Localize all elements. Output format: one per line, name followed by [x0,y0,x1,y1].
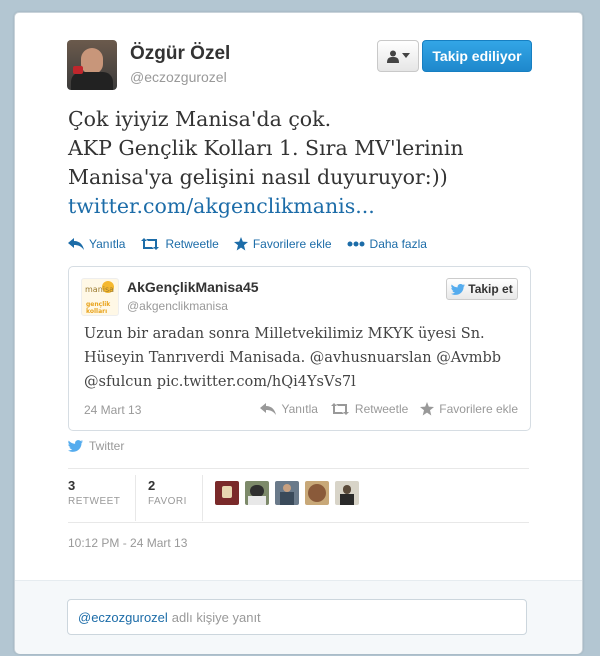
retweet-count-label: RETWEET [68,496,121,507]
tweet-line: AKP Gençlik Kolları 1. Sıra MV'lerinin [68,136,464,160]
retweet-count-number: 3 [68,478,76,493]
more-action[interactable]: Daha fazla [347,237,427,251]
favoriter-avatar[interactable] [275,481,299,505]
stat-separator [135,475,136,521]
quoted-follow-button[interactable]: Takip et [446,278,518,300]
favoriter-avatar[interactable] [305,481,329,505]
avatar-face [81,48,103,74]
caret-down-icon [401,53,410,58]
tweet-actions: Yanıtla Retweetle Favorilere ekle Daha f… [68,235,442,253]
favorite-count[interactable]: 2 FAVORI [148,478,187,507]
stat-separator [202,475,203,521]
reply-area: @eczozgurozel adlı kişiye yanıt [15,580,582,654]
source-label: Twitter [89,439,125,453]
quoted-follow-label: Takip et [468,282,513,296]
user-icon [386,50,399,63]
quoted-actions: Yanıtla Retweetle Favorilere ekle [248,402,518,416]
reply-input[interactable]: @eczozgurozel adlı kişiye yanıt [67,599,527,635]
avatar-microphone [73,66,83,74]
reply-action[interactable]: Yanıtla [68,237,125,251]
quoted-favorite-label: Favorilere ekle [439,402,518,416]
quoted-tweet-text: Uzun bir aradan sonra Milletvekilimiz MK… [84,322,524,394]
quoted-retweet-action[interactable]: Retweetle [330,402,408,416]
more-label: Daha fazla [369,237,427,251]
favorite-action[interactable]: Favorilere ekle [233,237,332,251]
quoted-reply-action[interactable]: Yanıtla [260,402,318,416]
favoriter-avatar[interactable] [245,481,269,505]
tweet-card: Özgür Özel @eczozgurozel Takip ediliyor … [14,12,583,654]
twitter-bird-icon [68,440,83,452]
tweet-timestamp[interactable]: 10:12 PM - 24 Mart 13 [68,536,187,550]
tweet-line: Çok iyiyiz Manisa'da çok. [68,107,332,131]
retweet-count[interactable]: 3 RETWEET [68,478,120,507]
favoriter-avatar[interactable] [335,481,359,505]
quoted-author-name[interactable]: AkGençlikManisa45 [127,279,259,295]
quoted-author-handle[interactable]: @akgenclikmanisa [127,299,228,313]
user-dropdown-button[interactable] [377,40,419,72]
avatar-suit [71,72,113,90]
tweet-line: Manisa'ya gelişini nasıl duyuruyor:)) [68,165,448,189]
quoted-retweet-label: Retweetle [354,402,409,416]
logo-text-top: manisa [85,285,115,294]
retweet-icon [141,238,160,250]
quoted-line: Uzun bir aradan sonra Milletvekilimiz MK… [84,326,485,342]
author-name[interactable]: Özgür Özel [130,43,230,65]
reply-placeholder: adlı kişiye yanıt [171,609,261,625]
quoted-line: @sfulcun pic.twitter.com/hQi4YsVs7l [84,374,356,390]
quoted-avatar-logo[interactable]: manisa gençlik kolları [81,278,119,316]
retweet-action[interactable]: Retweetle [140,237,219,251]
quoted-favorite-action[interactable]: Favorilere ekle [420,402,518,416]
retweet-icon [330,403,349,415]
tweet-source[interactable]: Twitter [68,439,124,453]
reply-icon [68,238,84,250]
twitter-bird-icon [451,283,466,295]
divider [68,468,529,469]
more-dots-icon [347,241,365,247]
divider [68,522,529,523]
favorite-label: Favorilere ekle [252,237,332,251]
following-button[interactable]: Takip ediliyor [422,40,532,72]
logo-text-bottom: gençlik kolları [86,301,111,315]
reply-icon [260,403,277,415]
star-icon [233,237,248,251]
quoted-line: Hüseyin Tanrıverdi Manisada. @avhusnuars… [84,350,502,366]
favorite-count-label: FAVORI [148,496,187,507]
reply-label: Yanıtla [89,237,126,251]
author-handle[interactable]: @eczozgurozel [130,69,227,85]
favoriter-avatar[interactable] [215,481,239,505]
star-icon [420,402,435,416]
tweet-text: Çok iyiyiz Manisa'da çok. AKP Gençlik Ko… [68,105,538,221]
quoted-reply-label: Yanıtla [281,402,318,416]
quoted-tweet[interactable]: manisa gençlik kolları AkGençlikManisa45… [68,266,531,431]
favorite-count-number: 2 [148,478,156,493]
retweet-label: Retweetle [165,237,219,251]
tweet-link[interactable]: twitter.com/akgenclikmanis... [68,192,538,221]
reply-handle: @eczozgurozel [78,609,168,625]
quoted-date[interactable]: 24 Mart 13 [84,403,141,417]
author-avatar[interactable] [67,40,117,90]
